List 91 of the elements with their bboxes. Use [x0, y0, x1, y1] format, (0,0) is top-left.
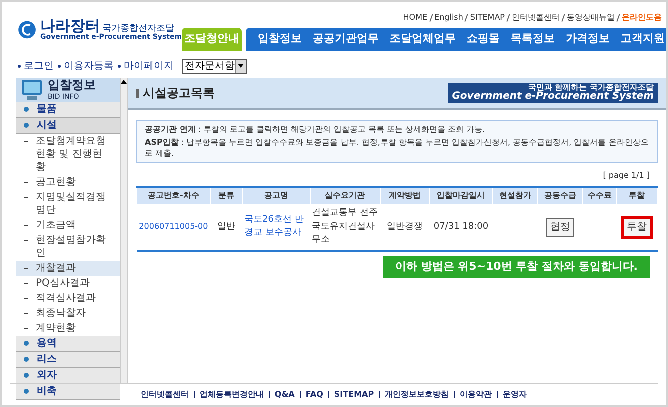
bullet-icon [24, 389, 29, 394]
sidebar-category[interactable]: 리스 [16, 352, 120, 368]
top-link[interactable]: SITEMAP [470, 12, 505, 24]
dash-icon [24, 197, 28, 198]
table-cell: 07/31 18:00 [430, 204, 493, 250]
dash-icon [24, 328, 28, 329]
sidebar-item[interactable]: 공고현황 [16, 175, 120, 190]
dash-icon [24, 141, 28, 142]
column-header: 수수료 [582, 187, 617, 204]
column-header: 입찰마감일시 [430, 187, 493, 204]
user-link[interactable]: 이용자등록 [64, 58, 114, 74]
notice-text: 공공기관 연계 : 투찰의 로고를 클릭하면 해당기관의 입찰공고 목록 또는 상세화면을 조회 가능. [145, 124, 486, 135]
column-header: 실수요기관 [310, 187, 380, 204]
page-title: 시설공고목록 [143, 85, 215, 102]
column-header: 계약방법 [380, 187, 430, 204]
top-link[interactable]: 동영상매뉴얼 [567, 12, 615, 24]
document-select[interactable]: 전자문서함 [182, 58, 247, 74]
sidebar-item[interactable]: PQ심사결과 [16, 276, 120, 291]
nav-tab[interactable]: 입찰정보 [258, 31, 302, 48]
notice-link[interactable]: 국도26호선 만경교 보수공사 [244, 214, 308, 241]
page-indicator: [ page 1/1 ] [603, 170, 650, 182]
nav-tab[interactable]: 가격정보 [566, 31, 610, 48]
bullet-icon [24, 373, 29, 378]
nav-tab[interactable]: 쇼핑몰 [467, 31, 500, 48]
footer-link[interactable]: 업체등록변경안내 [200, 388, 264, 400]
dropdown-arrow-icon [238, 64, 244, 68]
sidebar-item[interactable]: 기초금액 [16, 218, 120, 233]
table-cell: 일반 [210, 204, 242, 250]
notice-text: ASP입찰 : 납부항목을 누르면 입찰수수료와 보증금을 납부. 협정,투찰 항목을 누르면 입찰참가신청서, 공동수급협정서, 입찰서를 온라인상으로 제출. [145, 137, 649, 159]
bullet-icon [24, 341, 29, 346]
dash-icon [24, 182, 28, 183]
footer-link[interactable]: Q&A [274, 388, 295, 400]
sidebar-item[interactable]: 최종낙찰자 [16, 306, 120, 321]
nav-tab[interactable]: 조달업체업무 [390, 31, 456, 48]
monitor-icon [20, 78, 44, 102]
sidebar-category[interactable]: 용역 [16, 336, 120, 352]
sidebar-item[interactable]: 적격심사결과 [16, 291, 120, 306]
top-link[interactable]: English [434, 12, 464, 24]
bullet-icon [24, 357, 29, 362]
column-header: 투찰 [616, 187, 658, 204]
footer-link[interactable]: 인터넷콜센터 [140, 388, 189, 400]
bullet-icon [24, 123, 29, 128]
table-button[interactable]: 협정 [546, 218, 574, 237]
sidebar-item[interactable]: 계약현황 [16, 321, 120, 336]
column-header: 현설참가 [492, 187, 538, 204]
nav-tab[interactable]: 목록정보 [511, 31, 555, 48]
logo-title: 나라장터 [40, 19, 101, 34]
sidebar-category[interactable]: 물품 [16, 102, 120, 118]
top-link[interactable]: 인터넷콜센터 [512, 12, 560, 24]
dash-icon [24, 240, 28, 241]
sidebar-category[interactable]: 외자 [16, 368, 120, 384]
bullet-icon [24, 107, 29, 112]
banner-english: Government e-Procurement System [452, 92, 654, 102]
dash-icon [24, 225, 28, 226]
sidebar-category[interactable]: 비축 [16, 384, 120, 400]
sidebar-title: 입찰정보 [48, 78, 96, 94]
nav-tab[interactable]: 공공기관업무 [313, 31, 379, 48]
logo-subtitle: 국가종합전자조달 [102, 25, 175, 34]
user-link[interactable]: 로그인 [24, 58, 54, 74]
table-button[interactable]: 투찰 [621, 216, 654, 239]
sidebar-category[interactable]: 시설 [16, 118, 120, 134]
table-cell: 일반경쟁 [380, 204, 430, 250]
sidebar-item[interactable]: 지명및실적경쟁명단 [16, 190, 120, 218]
table-cell: 건설교통부 전주국도유지건설사무소 [310, 204, 380, 250]
nav-tab[interactable]: 고객지원 [621, 31, 665, 48]
table-cell: 20060711005-00 [136, 204, 211, 250]
callout-banner: 이하 방법은 위5~10번 투찰 절차와 동입합니다. [383, 256, 650, 278]
dash-icon [24, 283, 28, 284]
dash-icon [24, 298, 28, 299]
footer-link[interactable]: SITEMAP [334, 388, 374, 400]
scroll-up-icon[interactable] [121, 80, 127, 84]
footer-link[interactable]: 운영자 [503, 388, 528, 400]
top-link[interactable]: HOME [403, 12, 428, 24]
bullet-icon [18, 64, 21, 68]
sidebar-item[interactable]: 조달청계약요청현황 및 진행현황 [16, 134, 120, 175]
sidebar-item[interactable]: 현장설명참가확인 [16, 233, 120, 261]
sidebar-item[interactable]: 개찰결과 [16, 261, 120, 276]
bullet-icon [118, 64, 121, 68]
bullet-icon [58, 64, 61, 68]
column-header: 분류 [210, 187, 242, 204]
user-link[interactable]: 마이페이지 [124, 58, 174, 74]
banner-slogan: 국민과 함께하는 국가종합전자조달 [528, 84, 654, 92]
column-header: 공고번호-차수 [136, 187, 211, 204]
title-marker-icon [136, 88, 139, 98]
column-header: 공고명 [242, 187, 310, 204]
footer-link[interactable]: 이용약관 [460, 388, 492, 400]
dash-icon [24, 313, 28, 314]
column-header: 공동수급 [538, 187, 583, 204]
footer-link[interactable]: FAQ [306, 388, 324, 400]
footer-link[interactable]: 개인정보보호방침 [385, 388, 450, 400]
dash-icon [24, 268, 28, 269]
